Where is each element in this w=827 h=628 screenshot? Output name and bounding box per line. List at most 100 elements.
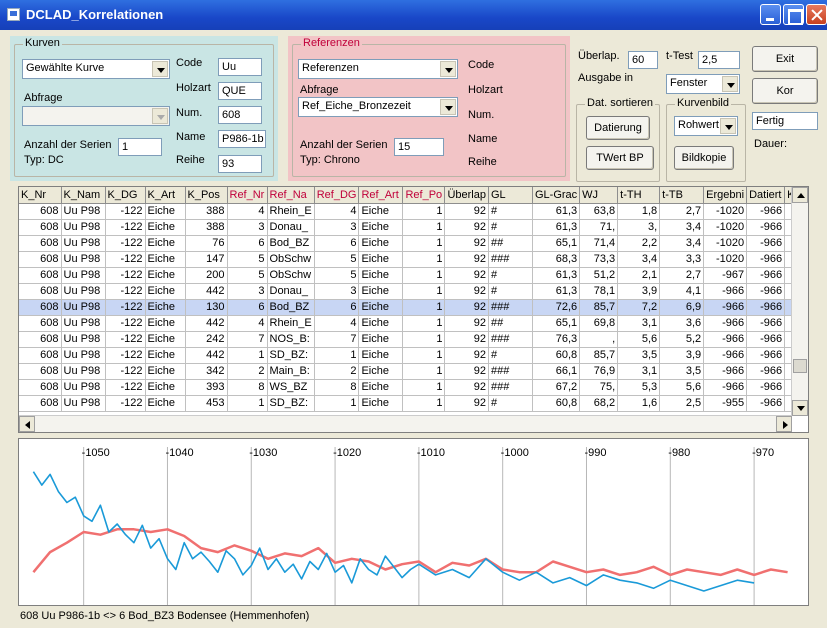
table-row[interactable]: 608 Uu P98 -122 Eiche 242 7 NOS_B: 7 Eiche 1 92 ###…: [19, 331, 808, 348]
kurven-reihe-field[interactable]: 93: [218, 155, 262, 173]
kurven-abfrage-combo[interactable]: [22, 106, 170, 126]
table-row[interactable]: 608 Uu P98 -122 Eiche 453 1 SD_BZ: 1 Eiche 1 92 #60…: [19, 395, 808, 412]
twert-bp-button[interactable]: TWert BP: [586, 146, 654, 170]
table-row[interactable]: 608 Uu P98 -122 Eiche 200 5 ObSchw 5 Eiche 1 92 #61…: [19, 267, 808, 284]
minimize-button[interactable]: [760, 4, 781, 25]
bildkopie-button[interactable]: Bildkopie: [674, 146, 734, 170]
table-cell: 61,3: [532, 219, 581, 236]
column-header[interactable]: GL-Grac: [532, 187, 581, 204]
table-cell: 608: [19, 299, 62, 316]
column-header[interactable]: Ref_DG: [314, 187, 360, 204]
kurven-holzart-field[interactable]: QUE: [218, 82, 262, 100]
exit-button[interactable]: Exit: [752, 46, 818, 72]
column-header[interactable]: Ergebni: [703, 187, 748, 204]
table-cell: 78,1: [579, 283, 619, 300]
results-grid[interactable]: K_Nr K_Nam K_DG K_Art K_Pos Ref_Nr Ref_Na Ref_D…: [18, 186, 809, 433]
grid-vertical-scrollbar[interactable]: [791, 187, 808, 416]
chevron-down-icon[interactable]: [440, 61, 456, 77]
table-cell: 147: [185, 251, 228, 268]
table-cell: Eiche: [358, 347, 404, 364]
chevron-down-icon[interactable]: [722, 76, 738, 92]
table-cell: -122: [105, 379, 146, 396]
close-button[interactable]: [806, 4, 827, 25]
scroll-left-button[interactable]: [19, 416, 35, 432]
kor-button[interactable]: Kor: [752, 78, 818, 104]
kurven-anzahl-field[interactable]: 1: [118, 138, 162, 156]
table-cell: -1020: [703, 203, 748, 220]
ttest-field[interactable]: 2,5: [698, 51, 740, 69]
sort-legend: Dat. sortieren: [585, 97, 656, 109]
datierung-button[interactable]: Datierung: [586, 116, 650, 140]
column-header[interactable]: t-TB: [659, 187, 705, 204]
table-row[interactable]: 608 Uu P98 -122 Eiche 342 2 Main_B: 2 Eiche 1 92 ##…: [19, 363, 808, 380]
table-cell: 4,1: [659, 283, 705, 300]
table-cell: 73,3: [579, 251, 619, 268]
column-header[interactable]: K_DG: [105, 187, 146, 204]
table-row[interactable]: 608 Uu P98 -122 Eiche 442 4 Rhein_E 4 Eiche 1 92 ##…: [19, 315, 808, 332]
table-cell: 92: [444, 203, 489, 220]
table-cell: SD_BZ:: [267, 395, 315, 412]
scroll-right-button[interactable]: [776, 416, 792, 432]
chevron-down-icon[interactable]: [720, 118, 736, 134]
table-cell: 1: [402, 267, 446, 284]
scroll-thumb[interactable]: [793, 359, 807, 373]
kurven-num-field[interactable]: 608: [218, 106, 262, 124]
chevron-down-icon[interactable]: [152, 108, 168, 124]
table-cell: ###: [488, 251, 533, 268]
table-cell: 1: [402, 235, 446, 252]
referenzen-combo[interactable]: Referenzen: [298, 59, 458, 79]
column-header[interactable]: K_Pos: [185, 187, 228, 204]
table-row[interactable]: 608 Uu P98 -122 Eiche 130 6 Bod_BZ 6 Eiche 1 92 ###…: [19, 299, 808, 316]
chevron-down-icon[interactable]: [152, 61, 168, 77]
column-header[interactable]: WJ: [579, 187, 619, 204]
scroll-down-button[interactable]: [792, 400, 808, 416]
kurven-name-field[interactable]: P986-1b: [218, 130, 266, 148]
table-row[interactable]: 608 Uu P98 -122 Eiche 147 5 ObSchw 5 Eiche 1 92 ###…: [19, 251, 808, 268]
referenzen-abfrage-combo[interactable]: Ref_Eiche_Bronzezeit: [298, 97, 458, 117]
maximize-button[interactable]: [783, 4, 804, 25]
table-cell: 65,1: [532, 235, 581, 252]
scroll-up-button[interactable]: [792, 187, 808, 203]
table-cell: -966: [746, 315, 786, 332]
column-header[interactable]: Ref_Na: [267, 187, 315, 204]
table-row[interactable]: 608 Uu P98 -122 Eiche 393 8 WS_BZ 8 Eiche 1 92 ### 6…: [19, 379, 808, 396]
table-cell: -966: [746, 235, 786, 252]
table-cell: ##: [488, 315, 533, 332]
table-cell: 608: [19, 379, 62, 396]
table-cell: 92: [444, 315, 489, 332]
table-cell: 3,9: [617, 283, 661, 300]
kurven-combo[interactable]: Gewählte Kurve: [22, 59, 170, 79]
table-row[interactable]: 608 Uu P98 -122 Eiche 388 4 Rhein_E 4 Eiche 1 92 #6…: [19, 203, 808, 220]
table-row[interactable]: 608 Uu P98 -122 Eiche 442 1 SD_BZ: 1 Eiche 1 92 #60…: [19, 347, 808, 364]
chevron-down-icon[interactable]: [440, 99, 456, 115]
table-cell: -966: [746, 283, 786, 300]
ausgabe-combo[interactable]: Fenster: [666, 74, 740, 94]
table-cell: -966: [703, 363, 748, 380]
table-cell: 342: [185, 363, 228, 380]
column-header[interactable]: Datiert: [746, 187, 786, 204]
column-header[interactable]: Ref_Po: [402, 187, 446, 204]
kurvenbild-combo[interactable]: Rohwert: [674, 116, 738, 136]
table-row[interactable]: 608 Uu P98 -122 Eiche 76 6 Bod_BZ 6 Eiche 1 92 ## 65…: [19, 235, 808, 252]
kurven-code-field[interactable]: Uu: [218, 58, 262, 76]
column-header[interactable]: K_Nr: [19, 187, 62, 204]
table-cell: 388: [185, 219, 228, 236]
referenzen-anzahl-field[interactable]: 15: [394, 138, 444, 156]
column-header[interactable]: K_Nam: [61, 187, 106, 204]
ueberlap-field[interactable]: 60: [628, 51, 658, 69]
column-header[interactable]: K_Art: [145, 187, 186, 204]
column-header[interactable]: GL: [488, 187, 533, 204]
column-header[interactable]: t-TH: [617, 187, 661, 204]
table-row[interactable]: 608 Uu P98 -122 Eiche 442 3 Donau_ 3 Eiche 1 92 #61…: [19, 283, 808, 300]
column-header[interactable]: Ref_Art: [358, 187, 404, 204]
table-row[interactable]: 608 Uu P98 -122 Eiche 388 3 Donau_ 3 Eiche 1 92 #61…: [19, 219, 808, 236]
table-cell: Uu P98: [61, 219, 106, 236]
table-cell: -966: [703, 331, 748, 348]
table-cell: Eiche: [358, 219, 404, 236]
table-cell: -1020: [703, 251, 748, 268]
column-header[interactable]: Ref_Nr: [227, 187, 268, 204]
grid-horizontal-scrollbar[interactable]: [19, 415, 792, 432]
table-cell: 393: [185, 379, 228, 396]
column-header[interactable]: Überlap: [444, 187, 489, 204]
kurven-code-label: Code: [176, 57, 203, 69]
